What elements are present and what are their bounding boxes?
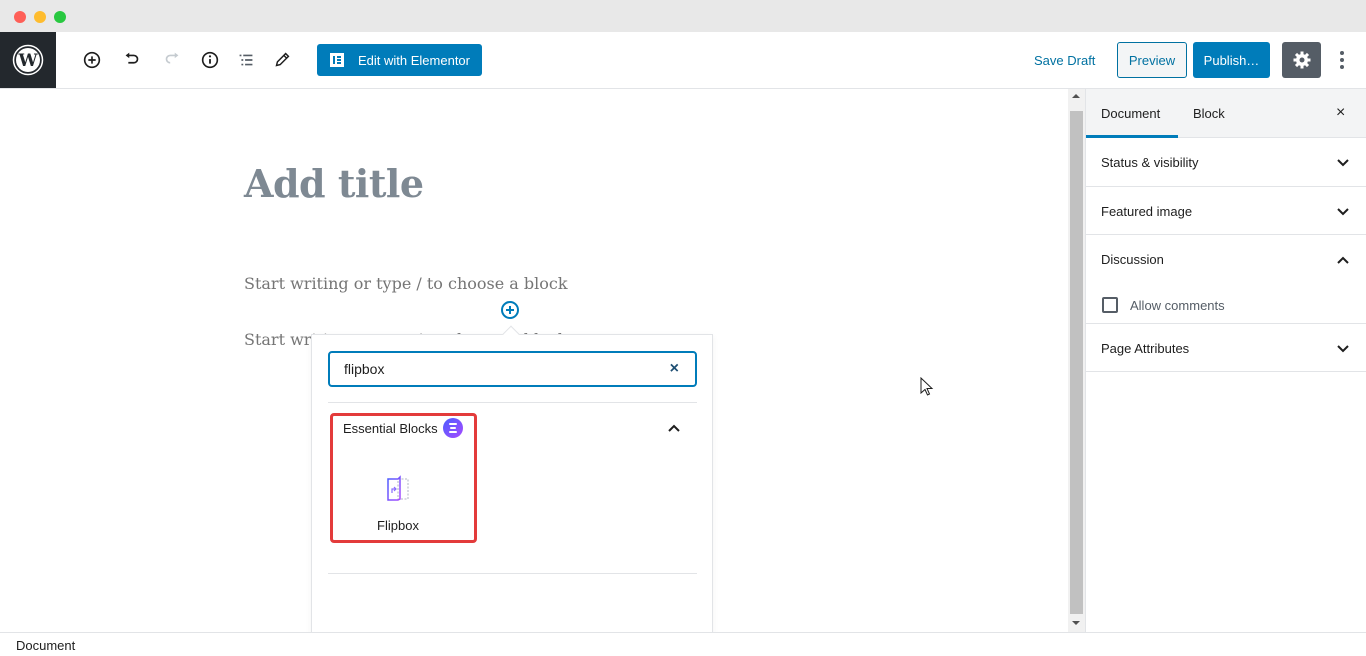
- redo-button[interactable]: [160, 48, 184, 72]
- undo-button[interactable]: [120, 48, 144, 72]
- edit-with-elementor-label: Edit with Elementor: [358, 52, 470, 68]
- panel-title: Page Attributes: [1101, 341, 1190, 356]
- wordpress-logo-button[interactable]: W: [0, 32, 56, 88]
- paragraph-block[interactable]: Start writing or type / to choose a bloc…: [244, 274, 568, 293]
- more-options-button[interactable]: [1332, 48, 1352, 72]
- block-label: Flipbox: [377, 518, 419, 533]
- redo-icon: [165, 52, 179, 64]
- window-maximize-button[interactable]: [54, 11, 66, 23]
- clear-search-icon[interactable]: ×: [670, 360, 679, 378]
- editor-footer: Document: [0, 632, 1366, 656]
- mouse-cursor-icon: [920, 377, 934, 396]
- chevron-up-icon[interactable]: [667, 421, 681, 435]
- panel-discussion[interactable]: Discussion Allow comments: [1086, 235, 1366, 324]
- list-icon: [239, 54, 253, 66]
- panel-page-attributes[interactable]: Page Attributes: [1086, 324, 1366, 372]
- inline-inserter-plus-icon[interactable]: [501, 301, 519, 319]
- save-draft-button[interactable]: Save Draft: [1034, 53, 1095, 68]
- breadcrumb[interactable]: Document: [16, 638, 75, 653]
- tab-document[interactable]: Document: [1101, 106, 1160, 121]
- settings-sidebar: Document Block × Status & visibility Fea…: [1085, 89, 1366, 632]
- chevron-down-icon: [1337, 208, 1349, 216]
- chevron-down-icon: [1337, 159, 1349, 167]
- block-inserter-popover: × Essential Blocks Flipbox: [311, 325, 713, 656]
- panel-title: Discussion: [1101, 252, 1164, 267]
- svg-text:W: W: [17, 51, 38, 71]
- chevron-down-icon: [1337, 345, 1349, 353]
- window-titlebar: [0, 0, 1366, 32]
- close-sidebar-icon[interactable]: ×: [1336, 104, 1345, 122]
- gear-icon: [1293, 51, 1310, 69]
- block-search-box: ×: [328, 351, 697, 387]
- settings-button[interactable]: [1282, 42, 1321, 78]
- category-title[interactable]: Essential Blocks: [343, 421, 438, 436]
- tab-block[interactable]: Block: [1193, 106, 1225, 121]
- panel-status-visibility[interactable]: Status & visibility: [1086, 138, 1366, 187]
- wordpress-icon: W: [12, 44, 44, 76]
- panel-title: Status & visibility: [1101, 155, 1199, 170]
- pencil-icon: [275, 52, 290, 67]
- scrollbar-thumb[interactable]: [1070, 111, 1083, 614]
- tools-button[interactable]: [270, 48, 294, 72]
- essential-blocks-icon: [443, 418, 463, 438]
- info-icon: [201, 51, 219, 69]
- panel-title: Featured image: [1101, 204, 1193, 219]
- scroll-down-arrow-icon[interactable]: [1072, 621, 1080, 625]
- elementor-icon: [330, 53, 344, 67]
- flipbox-icon: [387, 475, 409, 501]
- window-close-button[interactable]: [14, 11, 26, 23]
- undo-icon: [125, 52, 139, 64]
- details-button[interactable]: [198, 48, 222, 72]
- publish-button[interactable]: Publish…: [1193, 42, 1270, 78]
- divider: [328, 402, 697, 403]
- allow-comments-checkbox[interactable]: [1102, 297, 1118, 313]
- post-title-input[interactable]: Add title: [244, 161, 424, 206]
- editor-scrollbar[interactable]: [1068, 89, 1085, 632]
- block-search-input[interactable]: [344, 359, 644, 379]
- edit-with-elementor-button[interactable]: Edit with Elementor: [317, 44, 482, 76]
- outline-button[interactable]: [234, 48, 258, 72]
- editor-toolbar: W Edit with Elementor Save Draft Preview…: [0, 32, 1366, 89]
- scroll-up-arrow-icon[interactable]: [1072, 94, 1080, 98]
- vertical-ellipsis-icon: [1340, 51, 1344, 55]
- chevron-up-icon: [1337, 256, 1349, 264]
- block-item-flipbox[interactable]: Flipbox: [348, 465, 448, 537]
- sidebar-tabs: Document Block ×: [1086, 89, 1366, 138]
- add-block-button[interactable]: [80, 48, 104, 72]
- window-minimize-button[interactable]: [34, 11, 46, 23]
- plus-circle-icon: [83, 51, 101, 69]
- allow-comments-label[interactable]: Allow comments: [1130, 298, 1225, 313]
- divider: [328, 573, 697, 574]
- preview-button[interactable]: Preview: [1117, 42, 1187, 78]
- panel-featured-image[interactable]: Featured image: [1086, 187, 1366, 235]
